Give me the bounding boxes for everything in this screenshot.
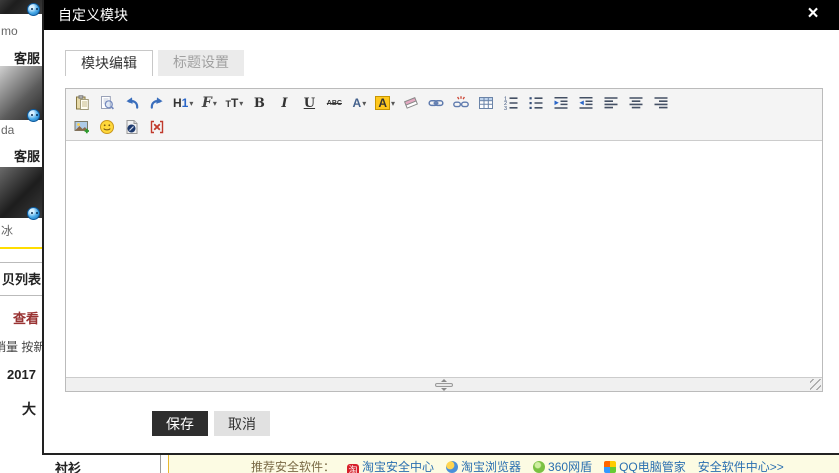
tab-title-settings[interactable]: 标题设置 — [158, 50, 244, 76]
unlink-icon[interactable] — [450, 92, 472, 114]
font-color-icon[interactable]: A▾ — [348, 92, 370, 114]
editor-toolbar: H1▾F▾TT▾BIUABCA▾A▾123 — [66, 89, 822, 141]
size-filter[interactable]: 大 — [22, 399, 36, 419]
font-size-icon[interactable]: TT▾ — [223, 92, 245, 114]
divider — [0, 262, 42, 263]
view-link[interactable]: 查看 — [13, 308, 39, 327]
toolbar-row-2 — [71, 115, 817, 139]
contact-name: mo — [1, 24, 18, 38]
avatar[interactable] — [0, 0, 42, 14]
font-family-icon[interactable]: F▾ — [198, 92, 220, 114]
editor-statusbar — [66, 377, 822, 391]
category-label: 衬衫 — [55, 458, 81, 473]
divider — [0, 247, 42, 249]
align-right-icon[interactable] — [650, 92, 672, 114]
qq-icon — [27, 3, 40, 16]
svg-text:3: 3 — [504, 106, 507, 111]
security-link[interactable]: 淘宝浏览器 — [446, 460, 521, 473]
undo-icon[interactable] — [121, 92, 143, 114]
divider — [0, 295, 42, 296]
cancel-button[interactable]: 取消 — [214, 411, 270, 436]
align-center-icon[interactable] — [625, 92, 647, 114]
security-bar-label: 推荐安全软件： — [251, 460, 335, 473]
link-icon[interactable] — [425, 92, 447, 114]
qq-icon — [27, 109, 40, 122]
security-software-bar: 推荐安全软件： 淘淘宝安全中心淘宝浏览器 360网盾 QQ电脑管家安全软件中心>> — [168, 455, 839, 473]
emoticon-icon[interactable] — [96, 116, 118, 138]
redo-icon[interactable] — [146, 92, 168, 114]
outdent-icon[interactable] — [575, 92, 597, 114]
avatar[interactable] — [0, 66, 42, 120]
remove-format-icon[interactable] — [400, 92, 422, 114]
fullscreen-icon[interactable] — [146, 116, 168, 138]
vertical-resize-handle[interactable] — [431, 378, 457, 392]
underline-icon[interactable]: U — [298, 92, 320, 114]
dialog-title: 自定义模块 — [58, 7, 128, 23]
security-link[interactable]: 淘淘宝安全中心 — [347, 460, 434, 473]
strikethrough-icon[interactable]: ABC — [323, 92, 345, 114]
unordered-list-icon[interactable] — [525, 92, 547, 114]
qq-manager-icon — [604, 461, 616, 473]
preview-icon[interactable] — [96, 92, 118, 114]
dialog-actions: 保存 取消 — [152, 411, 823, 436]
360-icon — [533, 461, 545, 473]
tab-module-edit[interactable]: 模块编辑 — [65, 50, 153, 76]
editor-content[interactable] — [66, 141, 822, 377]
security-link[interactable]: QQ电脑管家 — [604, 460, 686, 473]
heading-icon[interactable]: H1▾ — [171, 92, 195, 114]
list-title: 贝列表 — [2, 269, 41, 288]
tab-bar: 模块编辑 标题设置 — [65, 50, 823, 76]
corner-resize-grip[interactable] — [810, 379, 821, 390]
indent-icon[interactable] — [550, 92, 572, 114]
close-icon[interactable]: × — [801, 0, 825, 30]
service-label: 客服 — [14, 48, 40, 67]
contact-name: da — [1, 123, 14, 137]
avatar[interactable] — [0, 167, 42, 218]
security-link[interactable]: 安全软件中心>> — [698, 460, 784, 473]
sort-options[interactable]: 销量 按新 — [0, 338, 42, 355]
qq-icon — [27, 207, 40, 220]
highlight-color-icon[interactable]: A▾ — [373, 92, 397, 114]
taobao-safe-icon: 淘 — [347, 464, 359, 473]
rich-text-editor: H1▾F▾TT▾BIUABCA▾A▾123 — [65, 88, 823, 392]
align-left-icon[interactable] — [600, 92, 622, 114]
divider — [160, 455, 161, 473]
dialog-body: 模块编辑 标题设置 H1▾F▾TT▾BIUABCA▾A▾123 保存 取消 — [44, 30, 839, 436]
taobao-browser-icon — [446, 461, 458, 473]
ordered-list-icon[interactable]: 123 — [500, 92, 522, 114]
custom-module-dialog: 自定义模块 × 模块编辑 标题设置 H1▾F▾TT▾BIUABCA▾A▾123 … — [42, 0, 839, 455]
page-left-strip: mo 客服 da 客服 冰 贝列表 查看 销量 按新 2017 大 — [0, 0, 42, 455]
media-icon[interactable] — [121, 116, 143, 138]
image-icon[interactable] — [71, 116, 93, 138]
toolbar-row-1: H1▾F▾TT▾BIUABCA▾A▾123 — [71, 91, 817, 115]
dialog-titlebar: 自定义模块 × — [44, 0, 839, 30]
page-bottom-strip: 衬衫 推荐安全软件： 淘淘宝安全中心淘宝浏览器 360网盾 QQ电脑管家安全软件中心>… — [0, 455, 839, 473]
bold-icon[interactable]: B — [248, 92, 270, 114]
table-icon[interactable] — [475, 92, 497, 114]
service-label: 客服 — [14, 146, 40, 165]
year-filter[interactable]: 2017 — [7, 367, 36, 382]
paste-icon[interactable] — [71, 92, 93, 114]
italic-icon[interactable]: I — [273, 92, 295, 114]
security-link[interactable]: 360网盾 — [533, 460, 592, 473]
contact-name: 冰 — [1, 222, 13, 239]
save-button[interactable]: 保存 — [152, 411, 208, 436]
